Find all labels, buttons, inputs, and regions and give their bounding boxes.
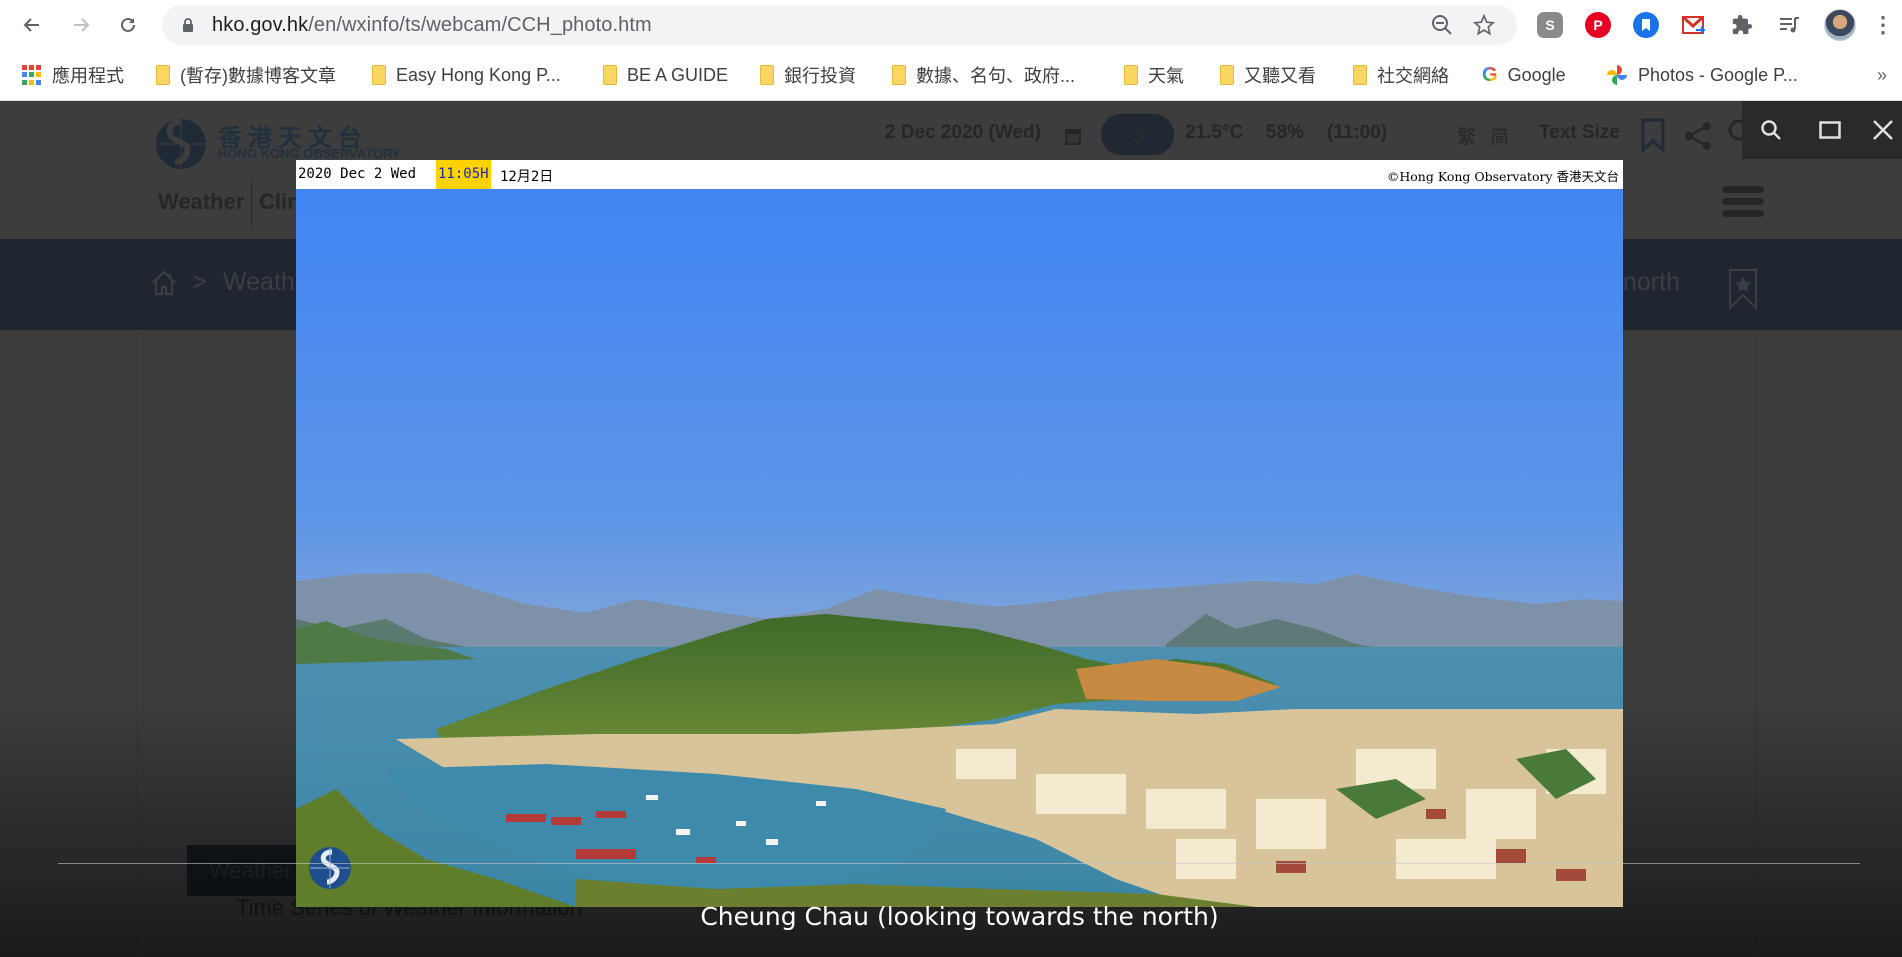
folder-icon xyxy=(892,65,906,85)
forward-button[interactable] xyxy=(65,9,97,41)
pinterest-icon[interactable]: P xyxy=(1585,12,1611,38)
folder-icon xyxy=(1353,65,1367,85)
back-button[interactable] xyxy=(16,9,48,41)
timestamp-date-zh: 12月2日 xyxy=(500,169,554,185)
humidity: 58% xyxy=(1266,122,1305,143)
lang-simplified[interactable]: 简 xyxy=(1490,122,1509,149)
bookmark-star-icon[interactable] xyxy=(1728,268,1758,310)
apps-grid-icon xyxy=(22,65,42,85)
bookmarks-bar: 應用程式 (暫存)數據博客文章 Easy Hong Kong P... BE A… xyxy=(0,50,1902,101)
address-bar[interactable]: hko.gov.hk/en/wxinfo/ts/webcam/CCH_photo… xyxy=(162,5,1517,45)
nav-tab-weather[interactable]: Weather xyxy=(158,189,244,215)
fullscreen-icon xyxy=(1819,121,1841,139)
hko-logo-icon[interactable] xyxy=(150,118,212,170)
puzzle-icon[interactable] xyxy=(1729,12,1755,38)
bookmark-folder[interactable]: 社交網絡 xyxy=(1353,62,1449,88)
menu-icon[interactable]: ⋮ xyxy=(1870,12,1896,38)
copyright-text: ©Hong Kong Observatory 香港天文台 xyxy=(1386,169,1619,184)
lightbox-fullscreen-button[interactable] xyxy=(1815,115,1845,145)
gmail-ext-icon[interactable] xyxy=(1681,12,1707,38)
home-icon[interactable] xyxy=(150,269,178,297)
hamburger-menu-icon[interactable] xyxy=(1722,186,1764,220)
sun-icon: ☼ xyxy=(1127,121,1148,147)
browser-toolbar: hko.gov.hk/en/wxinfo/ts/webcam/CCH_photo… xyxy=(0,0,1902,50)
lang-traditional[interactable]: 繁 xyxy=(1457,122,1476,149)
folder-icon xyxy=(603,65,617,85)
lightbox-caption: Cheung Chau (looking towards the north) xyxy=(700,902,1219,931)
media-icon[interactable] xyxy=(1777,12,1803,38)
lightbox-toolbar xyxy=(1742,101,1902,159)
google-photos-icon xyxy=(1607,65,1627,85)
profile-avatar[interactable] xyxy=(1824,9,1856,41)
hko-name-en: HONG KONG OBSERVATORY xyxy=(218,146,401,161)
arrow-left-icon xyxy=(23,18,39,32)
google-g-icon: G xyxy=(1482,63,1498,86)
bookmark-apps[interactable]: 應用程式 xyxy=(22,62,124,88)
bookmark-folder[interactable]: 又聽又看 xyxy=(1220,62,1316,88)
weather-icon-pill[interactable]: ☼ xyxy=(1101,114,1174,155)
observation-time: (11:00) xyxy=(1327,122,1388,143)
breadcrumb-separator: > xyxy=(192,268,207,296)
close-icon xyxy=(1873,120,1893,140)
bookmark-google[interactable]: G Google xyxy=(1482,62,1566,88)
reload-button[interactable] xyxy=(112,9,144,41)
text-size-button[interactable]: Text Size xyxy=(1539,122,1620,144)
webcam-timestamp-bar: 2020 Dec 2 Wed 11:05H 12月2日 ©Hong Kong O… xyxy=(296,160,1623,189)
bookmark-icon[interactable] xyxy=(1641,118,1665,152)
folder-icon xyxy=(372,65,386,85)
folder-icon xyxy=(1220,65,1234,85)
zoom-out-icon[interactable] xyxy=(1430,13,1454,37)
bookmark-photos[interactable]: Photos - Google P... xyxy=(1606,62,1798,88)
lightbox-close-button[interactable] xyxy=(1868,115,1898,145)
nav-divider xyxy=(251,182,252,226)
breadcrumb-current: north xyxy=(1623,268,1680,296)
zoom-icon xyxy=(1761,120,1781,140)
folder-icon xyxy=(156,65,170,85)
lock-icon xyxy=(183,18,193,32)
folder-icon xyxy=(1124,65,1138,85)
share-icon[interactable] xyxy=(1683,121,1713,151)
skype-icon[interactable]: S xyxy=(1537,12,1563,38)
webcam-image[interactable]: 2020 Dec 2 Wed 11:05H 12月2日 ©Hong Kong O… xyxy=(296,160,1623,907)
bookmark-folder[interactable]: (暫存)數據博客文章 xyxy=(156,62,336,88)
timestamp-date: 2020 Dec 2 Wed xyxy=(298,166,417,182)
arrow-right-icon xyxy=(74,18,90,32)
hko-watermark-icon xyxy=(309,847,351,889)
url-text: hko.gov.hk/en/wxinfo/ts/webcam/CCH_photo… xyxy=(212,14,652,36)
cheung-chau-photo xyxy=(296,189,1623,907)
nav-tab-climate[interactable]: Clin xyxy=(259,189,301,215)
lightbox-divider xyxy=(58,863,1860,864)
bookmarks-overflow[interactable]: » xyxy=(1877,62,1887,88)
calendar-icon[interactable] xyxy=(1064,126,1082,146)
bookmark-folder[interactable]: Easy Hong Kong P... xyxy=(372,62,561,88)
reload-icon xyxy=(121,17,135,32)
folder-icon xyxy=(760,65,774,85)
temperature: 21.5°C xyxy=(1185,122,1244,143)
current-date: 2 Dec 2020 (Wed) xyxy=(885,122,1041,143)
bookmark-folder[interactable]: 天氣 xyxy=(1124,62,1184,88)
breadcrumb-weather[interactable]: Weath xyxy=(223,268,295,297)
timestamp-time: 11:05H xyxy=(436,160,491,189)
lightbox-zoom-button[interactable] xyxy=(1756,115,1786,145)
star-icon[interactable] xyxy=(1472,13,1496,37)
bookmark-folder[interactable]: 銀行投資 xyxy=(760,62,856,88)
bookmark-ext-icon[interactable] xyxy=(1633,12,1659,38)
bookmark-folder[interactable]: BE A GUIDE xyxy=(603,62,728,88)
bookmark-folder[interactable]: 數據、名句、政府... xyxy=(892,62,1075,88)
